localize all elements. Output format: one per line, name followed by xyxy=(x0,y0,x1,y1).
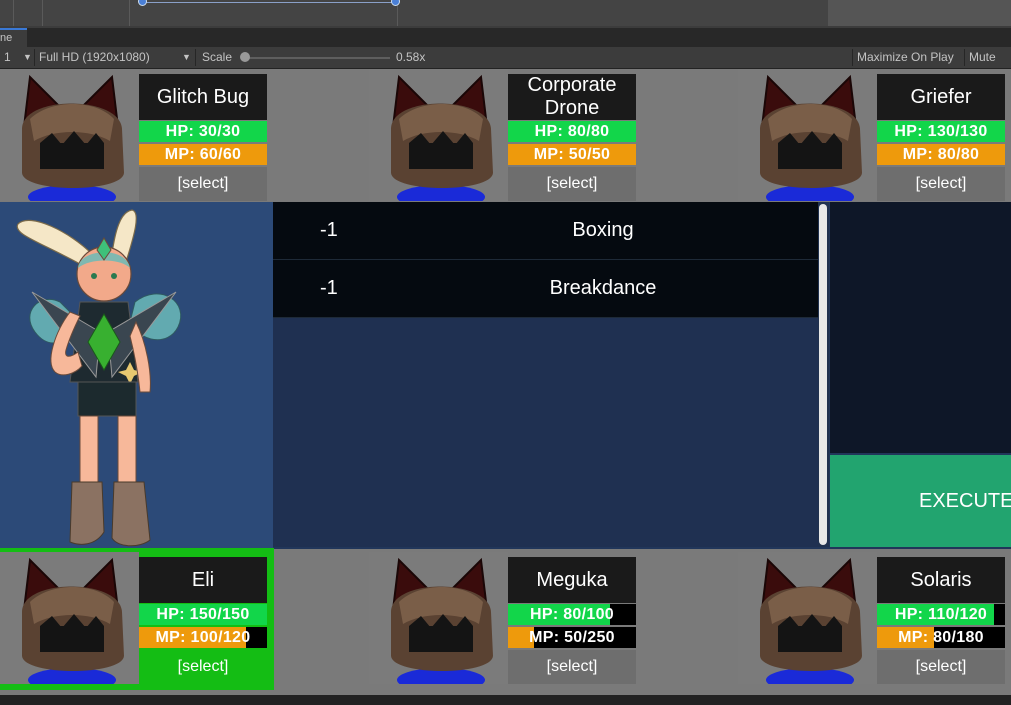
character-portrait xyxy=(0,552,139,684)
mp-bar: MP: 50/50 xyxy=(508,144,636,165)
chevron-down-icon: ▼ xyxy=(182,52,191,62)
mp-bar: MP: 80/80 xyxy=(877,144,1005,165)
info-panel xyxy=(830,202,1011,453)
party-card-meguka: Meguka HP: 80/100 MP: 50/250 [select] xyxy=(369,552,636,684)
character-portrait xyxy=(369,552,508,684)
character-name: Griefer xyxy=(877,74,1005,120)
toolbar-divider xyxy=(852,49,853,66)
hp-bar: HP: 80/100 xyxy=(508,604,636,625)
hp-bar: HP: 80/80 xyxy=(508,121,636,142)
select-button[interactable]: [select] xyxy=(139,650,267,684)
select-button[interactable]: [select] xyxy=(139,167,267,201)
hp-text: HP: 110/120 xyxy=(894,606,988,623)
mp-bar: MP: 60/60 xyxy=(139,144,267,165)
mp-text: MP: 50/250 xyxy=(529,629,615,646)
mute-audio-toggle[interactable]: Mute Au xyxy=(969,47,1011,85)
hero-illustration xyxy=(16,209,182,547)
hp-bar: HP: 150/150 xyxy=(139,604,267,625)
display-value: 1 xyxy=(4,50,11,64)
skill-scrollbar-thumb[interactable] xyxy=(819,204,827,545)
timeline-strip[interactable] xyxy=(0,0,1011,29)
party-card-eli: Eli HP: 150/150 MP: 100/120 [select] xyxy=(0,552,267,684)
hp-text: HP: 150/150 xyxy=(156,606,250,623)
hero-portrait-panel xyxy=(0,202,273,549)
party-card-solaris: Solaris HP: 110/120 MP: 80/180 [select] xyxy=(738,552,1005,684)
skill-row-breakdance[interactable]: -1 Breakdance xyxy=(273,260,818,318)
mp-bar: MP: 50/250 xyxy=(508,627,636,648)
skill-list[interactable]: -1 Boxing -1 Breakdance xyxy=(273,202,818,547)
scale-value: 0.58x xyxy=(396,50,426,64)
tab-bar: ne xyxy=(0,28,1011,47)
mp-text: MP: 100/120 xyxy=(155,629,251,646)
mp-bar: MP: 100/120 xyxy=(139,627,267,648)
enemy-card-corporate-drone: Corporate Drone HP: 80/80 MP: 50/50 [sel… xyxy=(369,69,636,201)
skill-row-boxing[interactable]: -1 Boxing xyxy=(273,202,818,260)
timeline-side-panel xyxy=(828,0,1011,26)
character-name: Meguka xyxy=(508,557,636,603)
mp-text: MP: 60/60 xyxy=(164,146,242,163)
hp-bar: HP: 110/120 xyxy=(877,604,1005,625)
display-dropdown[interactable]: 1 xyxy=(4,47,11,68)
character-portrait xyxy=(0,69,139,201)
character-portrait xyxy=(369,69,508,201)
mp-bar: MP: 80/180 xyxy=(877,627,1005,648)
toolbar-divider xyxy=(34,49,35,66)
timeline-range xyxy=(141,2,396,3)
mp-text: MP: 50/50 xyxy=(533,146,611,163)
execute-label: EXECUTE xyxy=(919,490,1011,512)
select-button[interactable]: [select] xyxy=(877,650,1005,684)
resolution-label: Full HD (1920x1080) xyxy=(39,50,150,64)
hp-text: HP: 130/130 xyxy=(894,123,988,140)
editor-footer xyxy=(0,695,1011,705)
character-name: Solaris xyxy=(877,557,1005,603)
timeline-gridline xyxy=(42,0,43,26)
enemy-card-glitch-bug: Glitch Bug HP: 30/30 MP: 60/60 [select] xyxy=(0,69,267,201)
resolution-dropdown[interactable]: Full HD (1920x1080) xyxy=(39,47,150,68)
hp-bar: HP: 30/30 xyxy=(139,121,267,142)
character-portrait xyxy=(738,69,877,201)
chevron-down-icon: ▼ xyxy=(23,52,32,62)
tab-game-label: ne xyxy=(0,32,13,44)
mp-text: MP: 80/80 xyxy=(902,146,980,163)
timeline-gridline xyxy=(13,0,14,26)
game-view[interactable]: -1 Boxing -1 Breakdance EXECUTE Glitch B… xyxy=(0,69,1011,695)
toolbar-divider xyxy=(195,49,196,66)
scale-slider-handle[interactable] xyxy=(240,52,250,62)
character-name: Corporate Drone xyxy=(508,74,636,120)
timeline-track[interactable] xyxy=(0,0,828,26)
character-name: Glitch Bug xyxy=(139,74,267,120)
scale-slider-track[interactable] xyxy=(244,57,390,59)
hp-bar: HP: 130/130 xyxy=(877,121,1005,142)
game-toolbar: 1 ▼ Full HD (1920x1080) ▼ Scale 0.58x Ma… xyxy=(0,47,1011,85)
hp-text: HP: 30/30 xyxy=(165,123,241,140)
hp-text: HP: 80/80 xyxy=(534,123,610,140)
select-button[interactable]: [select] xyxy=(508,167,636,201)
character-name: Eli xyxy=(139,557,267,603)
tab-game[interactable]: ne xyxy=(0,28,27,47)
execute-button[interactable]: EXECUTE xyxy=(830,455,1011,547)
maximize-on-play-toggle[interactable]: Maximize On Play xyxy=(857,47,954,68)
select-button[interactable]: [select] xyxy=(508,650,636,684)
hp-text: HP: 80/100 xyxy=(530,606,614,623)
select-button[interactable]: [select] xyxy=(877,167,1005,201)
mp-text: MP: 80/180 xyxy=(898,629,984,646)
toolbar-divider xyxy=(964,49,965,66)
enemy-card-griefer: Griefer HP: 130/130 MP: 80/80 [select] xyxy=(738,69,1005,201)
timeline-gridline xyxy=(129,0,130,26)
scale-label: Scale xyxy=(202,50,233,64)
character-portrait xyxy=(738,552,877,684)
